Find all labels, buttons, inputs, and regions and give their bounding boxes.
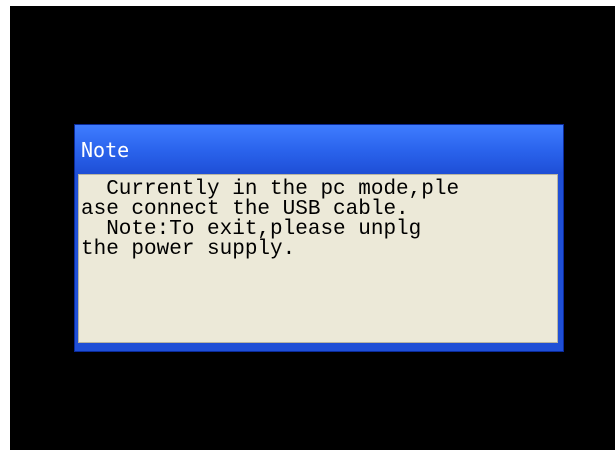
- note-dialog: Note Currently in the pc mode,ple ase con…: [74, 124, 564, 352]
- message-line-1: Currently in the pc mode,ple: [81, 178, 460, 201]
- message-line-3: Note:To exit,please unplg: [81, 218, 422, 241]
- dialog-body: Currently in the pc mode,ple ase connect …: [78, 174, 558, 343]
- dialog-title: Note: [81, 138, 130, 162]
- message-line-4: the power supply.: [81, 238, 296, 261]
- dialog-message: Currently in the pc mode,ple ase connect …: [81, 178, 460, 261]
- device-screen: Note Currently in the pc mode,ple ase con…: [10, 6, 615, 450]
- dialog-titlebar: Note: [75, 125, 563, 172]
- message-line-2: ase connect the USB cable.: [81, 198, 409, 221]
